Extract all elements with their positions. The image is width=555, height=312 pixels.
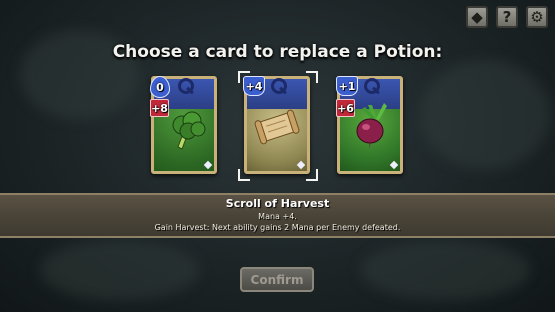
selection-corner — [238, 169, 250, 181]
confirm-button[interactable]: Confirm — [240, 267, 314, 292]
card-info-line: Mana +4. — [258, 212, 297, 221]
harvest-icon — [178, 78, 194, 94]
attack-badge: +6 — [336, 99, 355, 117]
help-icon: ? — [502, 8, 512, 26]
harvest-icon — [271, 78, 287, 94]
harvest-icon — [364, 78, 380, 94]
attack-badge: +8 — [150, 99, 169, 117]
mana-cost-badge: +1 — [336, 76, 358, 96]
card-info-line: Gain Harvest: Next ability gains 2 Mana … — [154, 223, 401, 232]
card-scroll-of-harvest[interactable]: +4 — [243, 76, 310, 174]
background-rock — [360, 240, 530, 300]
card-beet[interactable]: +1 +6 — [336, 76, 403, 174]
mana-cost-badge: 0 — [150, 76, 170, 98]
card-info-panel: Scroll of Harvest Mana +4. Gain Harvest:… — [0, 193, 555, 238]
settings-button[interactable]: ⚙ — [526, 6, 548, 28]
card-info-name: Scroll of Harvest — [225, 197, 330, 210]
card-broccoli[interactable]: 0 +8 — [150, 76, 217, 174]
gear-icon: ⚙ — [530, 8, 544, 26]
selection-corner — [306, 169, 318, 181]
page-title: Choose a card to replace a Potion: — [112, 42, 443, 62]
deck-button[interactable]: ◆ — [466, 6, 488, 28]
help-button[interactable]: ? — [496, 6, 518, 28]
selection-corner — [238, 71, 250, 83]
background-rock — [40, 240, 200, 300]
background-rock — [420, 60, 550, 170]
deck-icon: ◆ — [471, 8, 483, 26]
selection-corner — [306, 71, 318, 83]
